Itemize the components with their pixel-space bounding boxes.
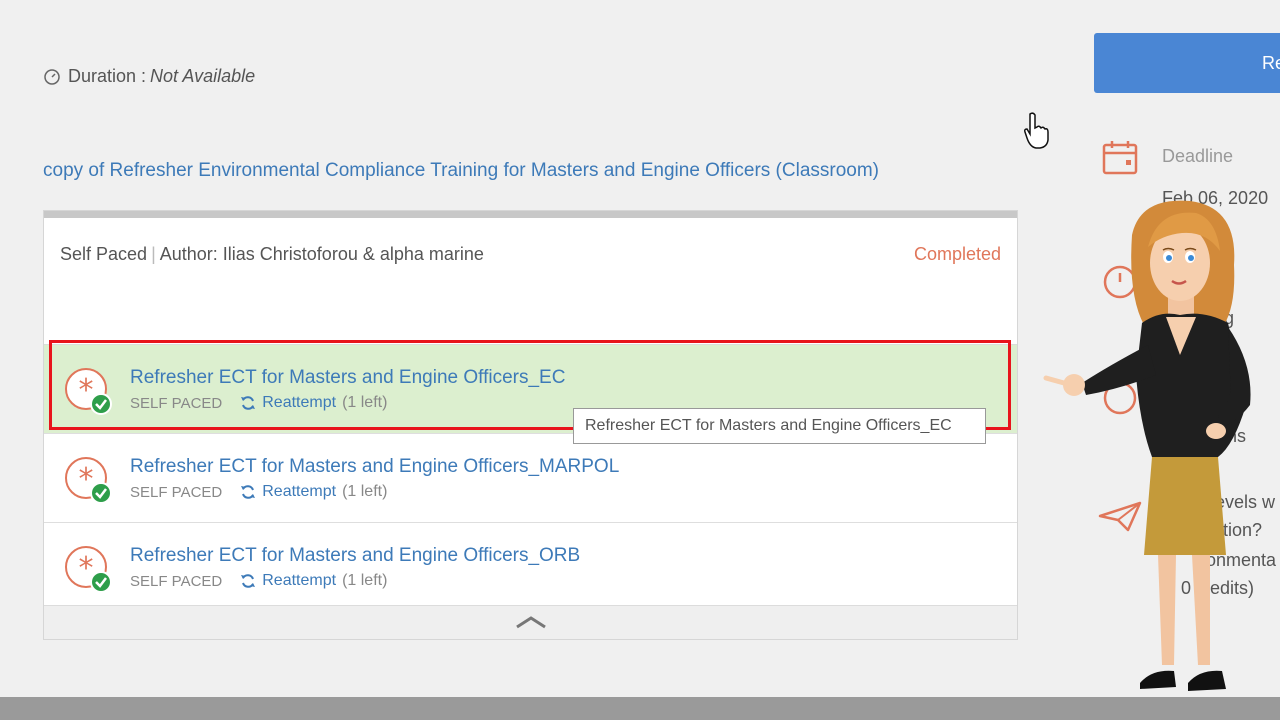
- reattempt-icon: [241, 485, 256, 499]
- duration-value: Not Available: [150, 66, 256, 86]
- clock-icon: [44, 68, 60, 85]
- module-asterisk-icon: *: [65, 457, 112, 504]
- module-asterisk-icon: *: [65, 546, 112, 593]
- deadline-label: Deadline: [1162, 146, 1234, 166]
- presenter-illustration: [1043, 200, 1251, 691]
- course-author: Author: Ilias Christoforou & alpha marin…: [159, 244, 484, 264]
- module-item[interactable]: * Refresher ECT for Masters and Engine O…: [44, 523, 1017, 612]
- card-header: Self Paced | Author: Ilias Christoforou & …: [44, 218, 1017, 345]
- duration-row: Duration : Not Available: [44, 66, 255, 87]
- reattempt-link[interactable]: Reattempt (1 left): [240, 572, 387, 590]
- collapse-bar[interactable]: [44, 605, 1017, 639]
- module-type: SELF PACED: [130, 483, 223, 501]
- module-subtitle: SELF PACED Reattempt (1 left): [130, 572, 387, 590]
- check-badge-icon: [90, 482, 112, 504]
- module-title[interactable]: Refresher ECT for Masters and Engine Off…: [130, 545, 580, 567]
- card-top-bar: [44, 211, 1017, 218]
- module-item[interactable]: * Refresher ECT for Masters and Engine O…: [44, 434, 1017, 523]
- duration-label: Duration :: [68, 66, 147, 86]
- tooltip: Refresher ECT for Masters and Engine Off…: [573, 408, 986, 444]
- chevron-up-icon[interactable]: [515, 615, 547, 629]
- reattempt-icon: [241, 574, 256, 588]
- module-title[interactable]: Refresher ECT for Masters and Engine Off…: [130, 456, 619, 478]
- module-type: SELF PACED: [130, 572, 223, 590]
- check-badge-icon: [90, 571, 112, 593]
- status-badge: Completed: [913, 244, 1001, 264]
- bottom-bar: [0, 697, 1280, 720]
- module-subtitle: SELF PACED Reattempt (1 left): [130, 483, 387, 501]
- calendar-icon: [1102, 141, 1138, 175]
- course-meta: Self Paced | Author: Ilias Christoforou & …: [60, 244, 484, 264]
- reattempt-link[interactable]: Reattempt (1 left): [240, 483, 387, 501]
- primary-action-button[interactable]: Re: [1094, 33, 1280, 93]
- course-type: Self Paced: [60, 244, 148, 264]
- course-title-link[interactable]: copy of Refresher Environmental Complian…: [43, 160, 879, 182]
- hand-cursor-icon: [1024, 112, 1049, 149]
